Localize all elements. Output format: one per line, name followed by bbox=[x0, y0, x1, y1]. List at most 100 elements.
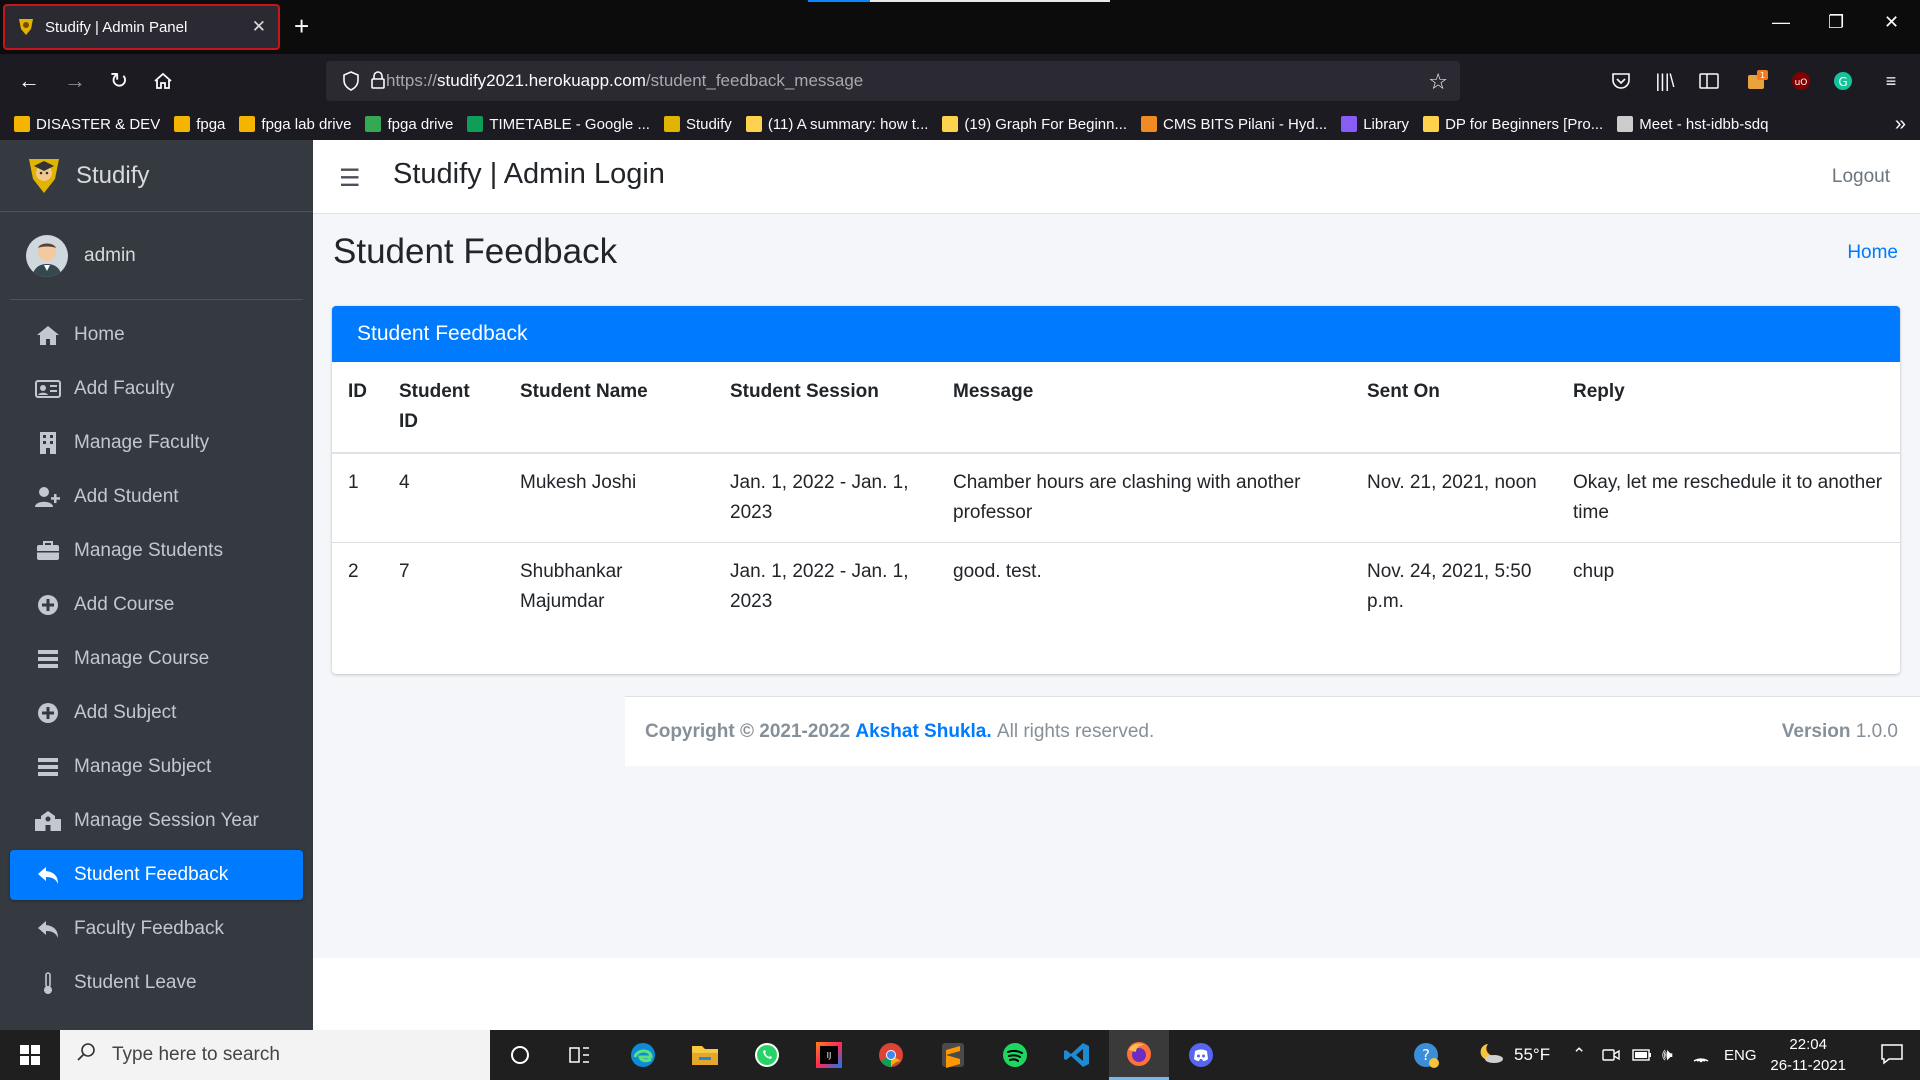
sidebar-item-manage-course[interactable]: Manage Course bbox=[10, 634, 303, 684]
battery-icon[interactable] bbox=[1632, 1030, 1652, 1080]
close-tab-icon[interactable]: ✕ bbox=[252, 17, 266, 37]
author-link[interactable]: Akshat Shukla. bbox=[855, 721, 991, 743]
volume-icon[interactable]: 🕪 bbox=[1662, 1030, 1673, 1080]
spotify-icon[interactable] bbox=[985, 1030, 1045, 1080]
windows-taskbar: Type here to search IJ ? 55°F ⌃ 🕪 ENG 22… bbox=[0, 1030, 1920, 1080]
sidebar-item-label: Add Subject bbox=[74, 702, 177, 723]
windows-start-icon[interactable] bbox=[0, 1030, 60, 1080]
forward-icon[interactable]: → bbox=[60, 66, 90, 96]
bookmark-favicon-icon bbox=[14, 116, 30, 132]
bookmark-item[interactable]: DP for Beginners [Pro... bbox=[1423, 116, 1603, 133]
sidebar-toggle-icon[interactable] bbox=[1696, 68, 1722, 94]
breadcrumb-home-link[interactable]: Home bbox=[1847, 242, 1898, 264]
user-panel[interactable]: admin bbox=[10, 212, 303, 300]
sidebar-item-add-faculty[interactable]: Add Faculty bbox=[10, 364, 303, 414]
hamburger-menu-icon[interactable]: ☰ bbox=[339, 164, 361, 193]
language-indicator[interactable]: ENG bbox=[1724, 1030, 1757, 1080]
extension-notification-icon[interactable]: 1 bbox=[1744, 68, 1770, 94]
reload-icon[interactable]: ↻ bbox=[104, 66, 134, 96]
reply-icon bbox=[34, 863, 62, 887]
sidebar-item-manage-faculty[interactable]: Manage Faculty bbox=[10, 418, 303, 468]
sidebar-item-student-feedback[interactable]: Student Feedback bbox=[10, 850, 303, 900]
logout-link[interactable]: Logout bbox=[1832, 166, 1890, 188]
show-hidden-icons-chevron-icon[interactable]: ⌃ bbox=[1572, 1030, 1586, 1080]
sidebar-item-label: Home bbox=[74, 324, 125, 345]
wifi-icon[interactable] bbox=[1692, 1030, 1710, 1080]
file-explorer-icon[interactable] bbox=[675, 1030, 735, 1080]
taskbar-clock[interactable]: 22:04 26-11-2021 bbox=[1770, 1034, 1846, 1076]
sidebar-item-manage-students[interactable]: Manage Students bbox=[10, 526, 303, 576]
bookmark-item[interactable]: Studify bbox=[663, 116, 732, 133]
top-navbar: ☰ Studify | Admin Login Logout bbox=[313, 140, 1920, 214]
meet-now-icon[interactable] bbox=[1602, 1030, 1620, 1080]
browser-tab-active[interactable]: Studify | Admin Panel ✕ bbox=[3, 4, 280, 50]
sidebar-item-faculty-feedback[interactable]: Faculty Feedback bbox=[10, 904, 303, 954]
bookmark-item[interactable]: fpga bbox=[174, 116, 225, 133]
bookmark-label: CMS BITS Pilani - Hyd... bbox=[1163, 115, 1328, 133]
sidebar-item-manage-subject[interactable]: Manage Subject bbox=[10, 742, 303, 792]
bookmark-favicon-icon bbox=[745, 116, 762, 132]
notification-center-icon[interactable] bbox=[1880, 1042, 1906, 1068]
discord-icon[interactable] bbox=[1171, 1030, 1231, 1080]
close-window-icon[interactable]: ✕ bbox=[1884, 12, 1899, 33]
svg-text:G: G bbox=[1838, 75, 1847, 89]
studify-logo-icon bbox=[26, 156, 62, 196]
bookmark-item[interactable]: (19) Graph For Beginn... bbox=[942, 116, 1127, 133]
help-tray-icon[interactable]: ? bbox=[1412, 1030, 1440, 1080]
lock-icon[interactable] bbox=[370, 70, 386, 95]
copyright-text: Copyright © 2021-2022 bbox=[645, 720, 851, 742]
taskbar-search-box[interactable]: Type here to search bbox=[60, 1030, 490, 1080]
bookmark-favicon-icon bbox=[1141, 116, 1157, 132]
sublime-text-icon[interactable] bbox=[923, 1030, 983, 1080]
table-cell: Mukesh Joshi bbox=[504, 452, 714, 543]
clock-date: 26-11-2021 bbox=[1770, 1057, 1846, 1074]
new-tab-button[interactable]: + bbox=[294, 13, 309, 39]
firefox-icon[interactable] bbox=[1109, 1030, 1169, 1080]
sidebar-item-home[interactable]: Home bbox=[10, 310, 303, 360]
sidebar-item-add-subject[interactable]: Add Subject bbox=[10, 688, 303, 738]
sidebar-item-manage-session-year[interactable]: Manage Session Year bbox=[10, 796, 303, 846]
intellij-icon[interactable]: IJ bbox=[799, 1030, 859, 1080]
column-header: ID bbox=[332, 362, 383, 454]
url-bar[interactable]: https://studify2021.herokuapp.com/studen… bbox=[326, 61, 1460, 101]
table-body: 1 4 Mukesh Joshi Jan. 1, 2022 - Jan. 1, 202… bbox=[332, 452, 1900, 631]
sidebar-item-add-student[interactable]: Add Student bbox=[10, 472, 303, 522]
edge-icon[interactable] bbox=[613, 1030, 673, 1080]
task-view-icon[interactable] bbox=[550, 1030, 610, 1080]
library-icon[interactable]: |||\ bbox=[1652, 68, 1678, 94]
sidebar-item-add-course[interactable]: Add Course bbox=[10, 580, 303, 630]
back-icon[interactable]: ← bbox=[14, 66, 44, 96]
bookmark-star-icon[interactable]: ☆ bbox=[1428, 69, 1448, 95]
bookmark-label: (11) A summary: how t... bbox=[767, 115, 929, 133]
whatsapp-icon[interactable] bbox=[737, 1030, 797, 1080]
bookmark-item[interactable]: TIMETABLE - Google ... bbox=[467, 116, 650, 133]
brand-link[interactable]: Studify bbox=[0, 140, 313, 212]
tracking-shield-icon[interactable] bbox=[342, 71, 360, 96]
ublock-origin-icon[interactable]: uO bbox=[1788, 68, 1814, 94]
bookmark-item[interactable]: (11) A summary: how t... bbox=[745, 115, 929, 133]
vscode-icon[interactable] bbox=[1047, 1030, 1107, 1080]
cortana-icon[interactable] bbox=[490, 1030, 550, 1080]
minimize-window-icon[interactable]: — bbox=[1772, 12, 1790, 33]
school-icon bbox=[34, 809, 62, 833]
bookmark-item[interactable]: fpga lab drive bbox=[239, 116, 351, 133]
bookmark-item[interactable]: Library bbox=[1341, 116, 1409, 133]
chrome-icon[interactable] bbox=[861, 1030, 921, 1080]
bookmark-item[interactable]: CMS BITS Pilani - Hyd... bbox=[1141, 116, 1327, 133]
restore-window-icon[interactable]: ❐ bbox=[1828, 12, 1844, 33]
url-host: studify2021.herokuapp.com bbox=[437, 71, 646, 90]
bookmark-item[interactable]: DISASTER & DEV bbox=[14, 116, 160, 133]
home-icon[interactable] bbox=[148, 66, 178, 96]
weather-widget[interactable]: 55°F bbox=[1478, 1030, 1550, 1080]
app-menu-icon[interactable]: ≡ bbox=[1878, 68, 1904, 94]
more-bookmarks-icon[interactable]: » bbox=[1895, 113, 1906, 136]
sidebar-item-student-leave[interactable]: Student Leave bbox=[10, 958, 303, 1008]
table-cell: 1 bbox=[332, 452, 383, 543]
bookmarks-toolbar: DISASTER & DEV fpga fpga lab drive fpga dri… bbox=[0, 108, 1920, 140]
pocket-icon[interactable] bbox=[1608, 68, 1634, 94]
bookmark-item[interactable]: fpga drive bbox=[365, 116, 453, 133]
svg-text:uO: uO bbox=[1795, 78, 1808, 88]
svg-text:IJ: IJ bbox=[827, 1051, 832, 1060]
bookmark-item[interactable]: Meet - hst-idbb-sdq bbox=[1617, 116, 1768, 133]
grammarly-icon[interactable]: G bbox=[1830, 68, 1856, 94]
